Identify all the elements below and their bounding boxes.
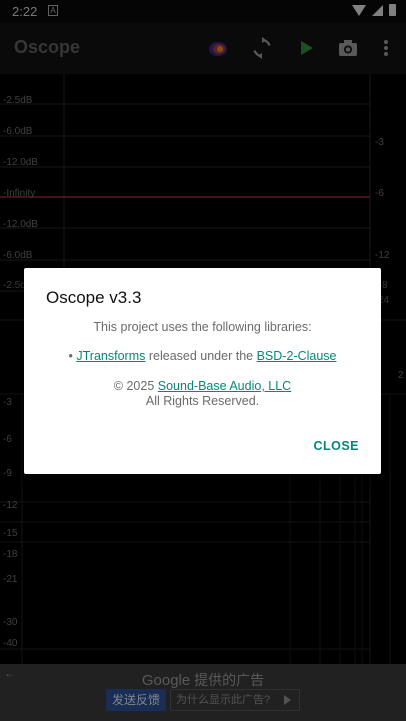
- about-dialog: Oscope v3.3 This project uses the follow…: [24, 268, 381, 474]
- bullet: •: [68, 349, 73, 363]
- dialog-title: Oscope v3.3: [46, 288, 142, 307]
- license-link[interactable]: BSD-2-Clause: [257, 349, 337, 363]
- released-text: released under the: [148, 349, 254, 363]
- jtransforms-link[interactable]: JTransforms: [76, 349, 145, 363]
- copyright-prefix: © 2025: [113, 379, 155, 393]
- dialog-intro: This project uses the following librarie…: [93, 320, 312, 334]
- library-line: • JTransforms released under the BSD-2-C…: [24, 349, 381, 363]
- rights-text: All Rights Reserved.: [145, 394, 260, 408]
- close-button[interactable]: CLOSE: [313, 439, 359, 453]
- copyright-line: © 2025 Sound-Base Audio, LLC: [24, 379, 381, 393]
- company-link[interactable]: Sound-Base Audio, LLC: [158, 379, 291, 393]
